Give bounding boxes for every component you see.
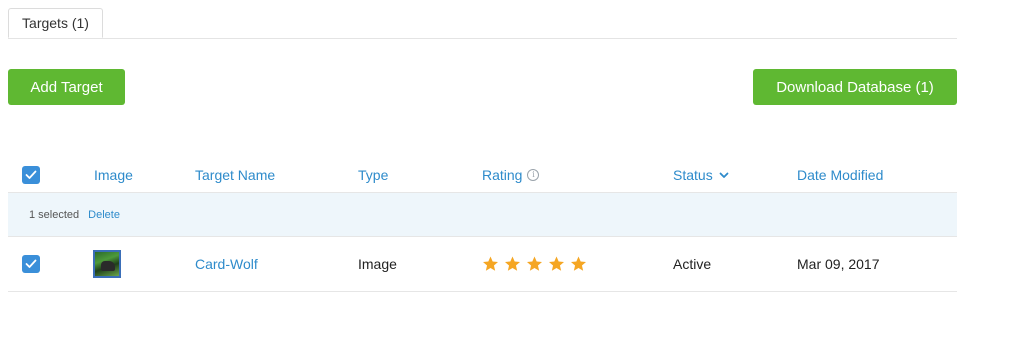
rating-stars xyxy=(481,255,588,273)
select-all-cell xyxy=(22,158,40,192)
column-header-rating-label: Rating xyxy=(482,167,523,183)
download-database-button[interactable]: Download Database (1) xyxy=(753,69,957,105)
selection-bar: 1 selected Delete xyxy=(8,193,957,237)
row-status-cell: Active xyxy=(673,237,711,291)
target-status: Active xyxy=(673,256,712,272)
table-row[interactable]: Card-Wolf Image Active Mar 09, 2017 xyxy=(8,237,957,292)
column-header-rating[interactable]: Rating i xyxy=(482,158,540,192)
star-icon xyxy=(483,256,498,271)
table-header-row: Image Target Name Type Rating i Status D… xyxy=(8,158,957,193)
chevron-down-icon xyxy=(719,172,729,178)
checkmark-icon xyxy=(25,259,37,268)
target-name-link[interactable]: Card-Wolf xyxy=(195,256,258,272)
row-rating-cell xyxy=(481,237,588,291)
row-date-cell: Mar 09, 2017 xyxy=(797,237,880,291)
column-header-status-label: Status xyxy=(673,167,713,183)
selection-info: 1 selected Delete xyxy=(29,193,120,236)
tab-bar: Targets (1) xyxy=(8,8,957,39)
row-checkbox[interactable] xyxy=(22,255,40,273)
add-target-button[interactable]: Add Target xyxy=(8,69,125,105)
tab-targets[interactable]: Targets (1) xyxy=(8,8,103,38)
row-image-cell xyxy=(93,237,121,291)
select-all-checkbox[interactable] xyxy=(22,166,40,184)
target-type: Image xyxy=(358,256,397,272)
column-header-type-label: Type xyxy=(358,167,389,183)
star-icon xyxy=(571,256,586,271)
wolf-silhouette xyxy=(101,261,115,271)
column-header-image-label: Image xyxy=(94,167,133,183)
row-name-cell: Card-Wolf xyxy=(195,237,258,291)
wolf-thumbnail[interactable] xyxy=(93,250,121,278)
info-icon[interactable]: i xyxy=(527,169,540,181)
row-type-cell: Image xyxy=(358,237,397,291)
column-header-target-name-label: Target Name xyxy=(195,167,276,183)
star-icon xyxy=(527,256,542,271)
star-icon xyxy=(505,256,520,271)
target-date-modified: Mar 09, 2017 xyxy=(797,256,880,272)
selection-count: 1 selected xyxy=(29,208,80,221)
star-icon xyxy=(549,256,564,271)
checkmark-icon xyxy=(25,170,37,179)
column-header-target-name[interactable]: Target Name xyxy=(195,158,275,192)
row-checkbox-cell xyxy=(22,237,40,291)
column-header-date-modified[interactable]: Date Modified xyxy=(797,158,883,192)
column-header-date-modified-label: Date Modified xyxy=(797,167,884,183)
column-header-status[interactable]: Status xyxy=(673,158,729,192)
delete-link[interactable]: Delete xyxy=(88,209,120,221)
column-header-image[interactable]: Image xyxy=(94,158,133,192)
column-header-type[interactable]: Type xyxy=(358,158,388,192)
